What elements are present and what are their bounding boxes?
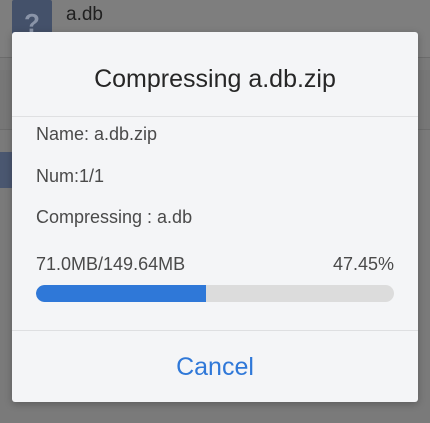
file-icon	[0, 152, 12, 188]
cancel-button[interactable]: Cancel	[12, 331, 418, 402]
progress-size-text: 71.0MB/149.64MB	[36, 254, 186, 274]
file-count-text: Num:1/1	[36, 166, 105, 186]
current-file-text: Compressing : a.db	[36, 207, 193, 227]
compress-progress-dialog: Compressing a.db.zip Name: a.db.zip Num:…	[12, 32, 418, 402]
progress-bar-fill	[36, 285, 206, 302]
dialog-title: Compressing a.db.zip	[94, 65, 336, 93]
archive-name-text: Name: a.db.zip	[36, 124, 158, 144]
file-name: a.db	[66, 4, 103, 25]
progress-percent-text: 47.45%	[332, 254, 394, 274]
progress-bar	[36, 285, 394, 302]
divider	[12, 116, 418, 117]
